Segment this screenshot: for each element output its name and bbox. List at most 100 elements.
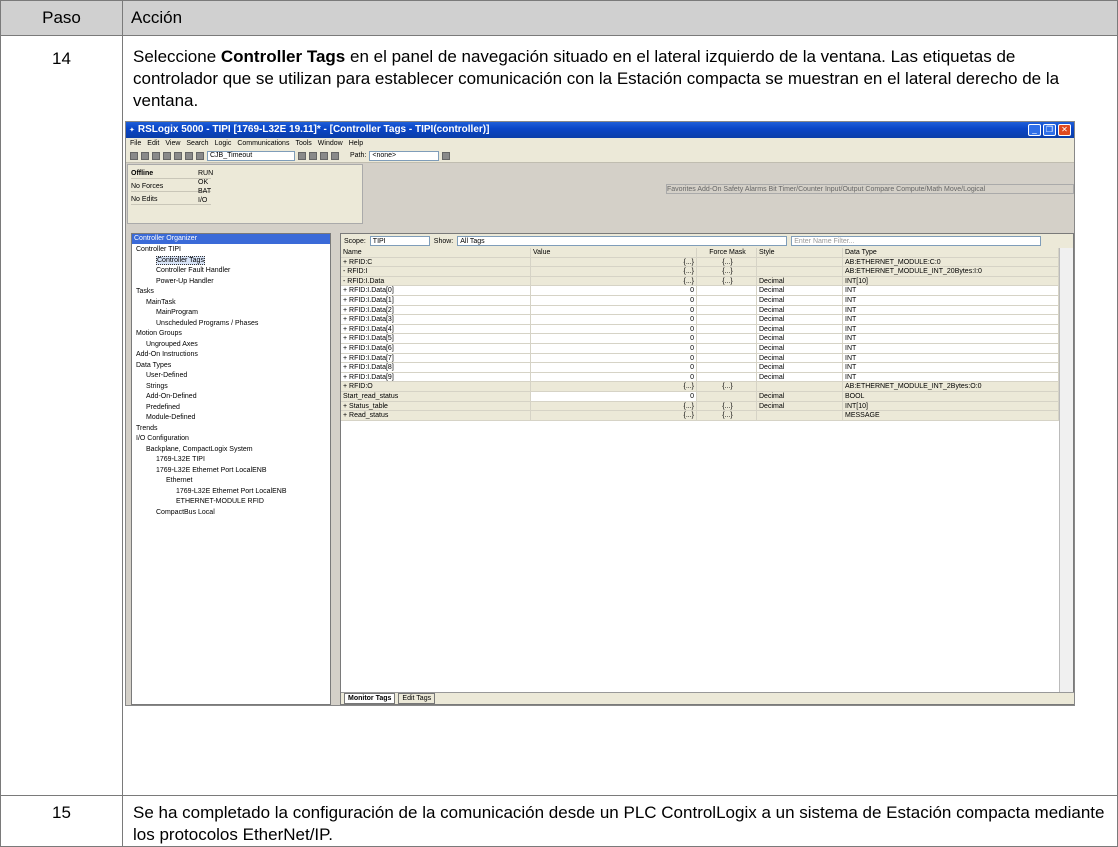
scope-select[interactable]: TIPI bbox=[369, 236, 430, 246]
table-row[interactable]: + RFID:I.Data[2] 0 Decimal INT bbox=[341, 305, 1059, 316]
tree-item[interactable]: 1769-L32E Ethernet Port LocalENB bbox=[132, 466, 330, 477]
cell-style[interactable]: Decimal bbox=[757, 343, 843, 353]
tree-item[interactable]: Controller TIPI bbox=[132, 245, 330, 256]
cell-value[interactable]: 0 bbox=[531, 305, 697, 315]
cell-name[interactable]: + RFID:C bbox=[341, 257, 531, 267]
filter-input[interactable]: Enter Name Filter... bbox=[791, 236, 1042, 246]
cell-value[interactable]: 0 bbox=[531, 343, 697, 353]
tree-item[interactable]: User-Defined bbox=[132, 371, 330, 382]
cell-force-mask[interactable] bbox=[697, 353, 757, 363]
table-row[interactable]: Start_read_status 0 Decimal BOOL bbox=[341, 391, 1059, 402]
tree-item[interactable]: Trends bbox=[132, 424, 330, 435]
cell-data-type[interactable]: MESSAGE bbox=[843, 411, 1059, 420]
cell-force-mask[interactable]: {...} bbox=[697, 401, 757, 411]
cell-force-mask[interactable] bbox=[697, 315, 757, 324]
cell-name[interactable]: + RFID:O bbox=[341, 382, 531, 391]
cell-force-mask[interactable] bbox=[697, 305, 757, 315]
tree-item[interactable]: 1769-L32E TIPI bbox=[132, 455, 330, 466]
tree-item[interactable]: Unscheduled Programs / Phases bbox=[132, 319, 330, 330]
menu-tools[interactable]: Tools bbox=[295, 139, 311, 148]
path-combo[interactable]: <none> bbox=[369, 150, 440, 161]
cell-name[interactable]: + RFID:I.Data[2] bbox=[341, 305, 531, 315]
menu-help[interactable]: Help bbox=[349, 139, 363, 148]
menu-communications[interactable]: Communications bbox=[237, 139, 289, 148]
cell-data-type[interactable]: INT bbox=[843, 343, 1059, 353]
tree-item[interactable]: CompactBus Local bbox=[132, 508, 330, 519]
cell-name[interactable]: - RFID:I.Data bbox=[341, 276, 531, 286]
table-row[interactable]: + RFID:O {...} {...} AB:ETHERNET_MODULE_INT… bbox=[341, 382, 1059, 392]
cell-value[interactable]: 0 bbox=[531, 372, 697, 382]
restore-icon[interactable]: ❐ bbox=[1043, 124, 1056, 136]
cell-style[interactable]: Decimal bbox=[757, 372, 843, 382]
network-icon[interactable] bbox=[442, 151, 451, 160]
cell-style[interactable]: Decimal bbox=[757, 305, 843, 315]
menu-logic[interactable]: Logic bbox=[215, 139, 232, 148]
close-icon[interactable]: ✕ bbox=[1058, 124, 1071, 136]
cell-name[interactable]: + RFID:I.Data[6] bbox=[341, 343, 531, 353]
cell-data-type[interactable]: INT[10] bbox=[843, 276, 1059, 286]
cell-force-mask[interactable] bbox=[697, 372, 757, 382]
cell-data-type[interactable]: BOOL bbox=[843, 391, 1059, 401]
cell-value[interactable]: 0 bbox=[531, 286, 697, 295]
cell-value[interactable]: {...} bbox=[531, 382, 697, 391]
cell-style[interactable] bbox=[757, 411, 843, 420]
cell-data-type[interactable]: INT bbox=[843, 286, 1059, 295]
cell-style[interactable]: Decimal bbox=[757, 363, 843, 372]
cell-force-mask[interactable]: {...} bbox=[697, 257, 757, 267]
cell-value[interactable]: 0 bbox=[531, 315, 697, 324]
paste-icon[interactable] bbox=[196, 151, 204, 160]
cell-value[interactable]: 0 bbox=[531, 391, 697, 401]
table-row[interactable]: + RFID:I.Data[1] 0 Decimal INT bbox=[341, 295, 1059, 306]
table-row[interactable]: + RFID:I.Data[6] 0 Decimal INT bbox=[341, 343, 1059, 354]
table-row[interactable]: + RFID:I.Data[9] 0 Decimal INT bbox=[341, 372, 1059, 383]
zoom-out-icon[interactable] bbox=[331, 151, 339, 160]
cell-value[interactable]: 0 bbox=[531, 363, 697, 372]
tree-item[interactable]: MainTask bbox=[132, 298, 330, 309]
table-row[interactable]: + Read_status {...} {...} MESSAGE bbox=[341, 411, 1059, 421]
tab-monitor-tags[interactable]: Monitor Tags bbox=[344, 693, 396, 704]
cell-data-type[interactable]: INT bbox=[843, 334, 1059, 343]
table-row[interactable]: - RFID:I.Data {...} {...} Decimal INT[10] bbox=[341, 276, 1059, 287]
menu-search[interactable]: Search bbox=[186, 139, 208, 148]
table-row[interactable]: + RFID:C {...} {...} AB:ETHERNET_MODULE:C:0 bbox=[341, 257, 1059, 268]
cell-style[interactable]: Decimal bbox=[757, 295, 843, 305]
cell-name[interactable]: - RFID:I bbox=[341, 267, 531, 276]
table-row[interactable]: + RFID:I.Data[4] 0 Decimal INT bbox=[341, 324, 1059, 335]
cell-force-mask[interactable]: {...} bbox=[697, 382, 757, 391]
table-row[interactable]: + Status_table {...} {...} Decimal INT[10] bbox=[341, 401, 1059, 412]
cell-name[interactable]: + Read_status bbox=[341, 411, 531, 420]
table-row[interactable]: + RFID:I.Data[7] 0 Decimal INT bbox=[341, 353, 1059, 364]
instruction-tabs[interactable]: Favorites Add-On Safety Alarms Bit Timer… bbox=[666, 184, 1074, 194]
tree-item[interactable]: Add-On Instructions bbox=[132, 350, 330, 361]
tree-item[interactable]: Power-Up Handler bbox=[132, 277, 330, 288]
cut-icon[interactable] bbox=[174, 151, 182, 160]
tree-item[interactable]: Tasks bbox=[132, 287, 330, 298]
cell-data-type[interactable]: INT bbox=[843, 363, 1059, 372]
col-style[interactable]: Style bbox=[757, 248, 843, 257]
cell-name[interactable]: + RFID:I.Data[8] bbox=[341, 363, 531, 372]
cell-name[interactable]: + RFID:I.Data[1] bbox=[341, 295, 531, 305]
cell-style[interactable] bbox=[757, 267, 843, 276]
col-name[interactable]: Name bbox=[341, 248, 531, 257]
cell-data-type[interactable]: INT bbox=[843, 315, 1059, 324]
cell-name[interactable]: + RFID:I.Data[9] bbox=[341, 372, 531, 382]
cell-data-type[interactable]: INT bbox=[843, 305, 1059, 315]
cell-style[interactable] bbox=[757, 382, 843, 391]
cell-force-mask[interactable] bbox=[697, 343, 757, 353]
cell-name[interactable]: + RFID:I.Data[5] bbox=[341, 334, 531, 343]
cell-value[interactable]: 0 bbox=[531, 324, 697, 334]
find-icon[interactable] bbox=[298, 151, 306, 160]
show-select[interactable]: All Tags bbox=[457, 236, 788, 246]
tree-item[interactable]: Ungrouped Axes bbox=[132, 340, 330, 351]
tree-item[interactable]: ETHERNET-MODULE RFID bbox=[132, 497, 330, 508]
col-data-type[interactable]: Data Type bbox=[843, 248, 1059, 257]
zoom-in-icon[interactable] bbox=[320, 151, 328, 160]
cell-style[interactable]: Decimal bbox=[757, 276, 843, 286]
menu-window[interactable]: Window bbox=[318, 139, 343, 148]
tab-edit-tags[interactable]: Edit Tags bbox=[398, 693, 436, 704]
open-icon[interactable] bbox=[141, 151, 149, 160]
tree-item[interactable]: Backplane, CompactLogix System bbox=[132, 445, 330, 456]
cell-name[interactable]: + RFID:I.Data[0] bbox=[341, 286, 531, 295]
cell-style[interactable]: Decimal bbox=[757, 334, 843, 343]
verify-icon[interactable] bbox=[309, 151, 317, 160]
